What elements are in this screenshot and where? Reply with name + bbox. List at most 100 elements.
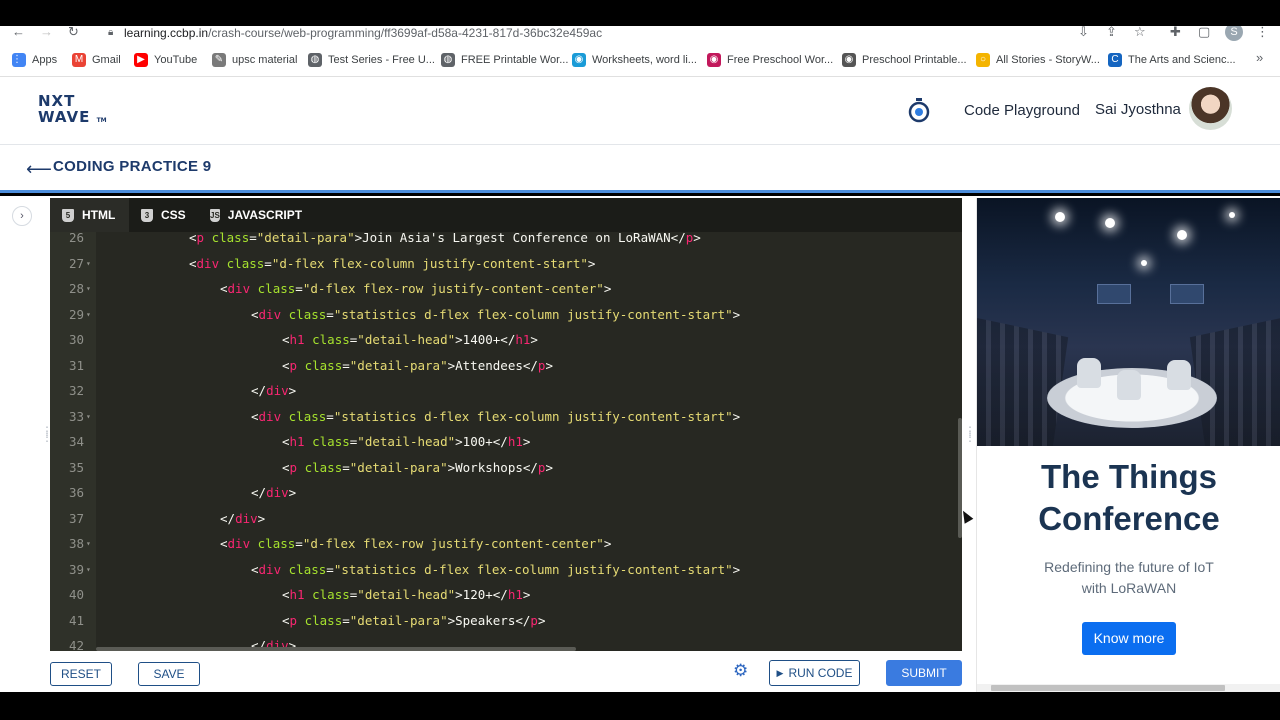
code-line[interactable]: 32 </div> [50, 383, 962, 409]
code-line[interactable]: 33 ▾ <div class="statistics d-flex flex-co… [50, 409, 962, 435]
scroll-thumb[interactable] [991, 685, 1225, 691]
nxtwave-logo[interactable]: NXT WAVE TM [38, 93, 113, 129]
fold-arrow-icon[interactable]: ▾ [86, 256, 91, 272]
more-bookmarks-icon[interactable]: » [1256, 50, 1263, 65]
bookmark-item[interactable]: M Gmail [72, 53, 121, 67]
side-panel-icon[interactable]: ▢ [1198, 26, 1210, 40]
bookmark-item[interactable]: C The Arts and Scienc... [1108, 53, 1236, 67]
reload-icon[interactable]: ↻ [68, 26, 79, 40]
bookmark-label: YouTube [154, 54, 198, 66]
editor-vertical-scrollbar[interactable] [958, 418, 962, 538]
code-token: = [342, 459, 350, 475]
fold-arrow-icon[interactable]: ▾ [86, 281, 91, 297]
bookmark-label: Gmail [92, 54, 121, 66]
bookmark-item[interactable]: ◍ FREE Printable Wor... [441, 53, 568, 67]
code-token: >Attendees</ [447, 357, 538, 373]
code-token: >1400+</ [455, 332, 516, 347]
code-token: = [342, 357, 350, 373]
code-text: <h1 class="detail-head">120+</h1> [282, 587, 530, 603]
code-token: div [258, 408, 282, 424]
code-token: h1 [507, 434, 523, 449]
fold-arrow-icon[interactable]: ▾ [86, 307, 91, 323]
code-line[interactable]: 41 <p class="detail-para">Speakers</p> [50, 613, 962, 639]
code-token: < [282, 357, 290, 373]
code-line[interactable]: 38 ▾ <div class="d-flex flex-row justify-c… [50, 536, 962, 562]
back-arrow-icon[interactable]: ⟵ [26, 159, 52, 180]
code-token: = [326, 408, 334, 424]
bookmark-item[interactable]: ✎ upsc material [212, 53, 297, 67]
line-number: 37 [68, 510, 84, 526]
save-button[interactable]: SAVE [138, 662, 200, 686]
code-text: <div class="d-flex flex-row justify-cont… [220, 281, 611, 297]
editor-horizontal-scrollbar[interactable] [96, 647, 576, 651]
code-token: class [304, 459, 343, 475]
code-line[interactable]: 35 <p class="detail-para">Workshops</p> [50, 460, 962, 486]
settings-gear-icon[interactable]: ⚙ [733, 662, 751, 680]
tab-label: HTML [82, 208, 116, 222]
code-line[interactable]: 28 ▾ <div class="d-flex flex-row justify-c… [50, 281, 962, 307]
code-line[interactable]: 37 </div> [50, 511, 962, 537]
back-arrow-icon[interactable]: ← [12, 26, 25, 39]
code-line[interactable]: 34 <h1 class="detail-head">100+</h1> [50, 434, 962, 460]
code-line[interactable]: 31 <p class="detail-para">Attendees</p> [50, 358, 962, 384]
user-name[interactable]: Sai Jyosthna [1095, 101, 1181, 118]
code-line[interactable]: 36 </div> [50, 485, 962, 511]
line-number: 40 [68, 587, 84, 602]
code-text: <div class="statistics d-flex flex-colum… [251, 307, 740, 323]
code-text: </div> [251, 383, 296, 399]
code-text: </div> [251, 485, 296, 501]
profile-avatar[interactable]: S [1225, 26, 1243, 41]
stopwatch-icon[interactable] [907, 97, 931, 123]
bookmark-item[interactable]: ◉ Free Preschool Wor... [707, 53, 833, 67]
tab-css[interactable]: 3 CSS [129, 198, 198, 232]
code-token: > [537, 612, 546, 628]
code-token: < [282, 587, 290, 602]
bookmark-item[interactable]: ◍ Test Series - Free U... [308, 53, 435, 67]
code-line[interactable]: 26 <p class="detail-para">Join Asia's Lar… [50, 230, 962, 256]
know-more-button[interactable]: Know more [1082, 622, 1176, 655]
bookmark-item[interactable]: ▶ YouTube [134, 53, 197, 67]
fold-arrow-icon[interactable]: ▾ [86, 536, 91, 552]
bookmark-item[interactable]: ◉ Preschool Printable... [842, 53, 967, 67]
line-number: 42 [68, 638, 84, 651]
code-line[interactable]: 40 <h1 class="detail-head">120+</h1> [50, 587, 962, 613]
fold-arrow-icon[interactable]: ▾ [86, 562, 91, 578]
code-area[interactable]: 26 <p class="detail-para">Join Asia's Lar… [50, 230, 962, 651]
run-code-button[interactable]: ▶ RUN CODE [769, 660, 860, 686]
editor-tabs: 5 HTML 3 CSS JS JAVASCRIPT [50, 198, 962, 232]
fold-arrow-icon[interactable]: ▾ [86, 409, 91, 425]
expand-panel-button[interactable]: › [12, 206, 32, 226]
share-icon[interactable]: ⇪ [1106, 26, 1117, 40]
code-line[interactable]: 27 ▾ <div class="d-flex flex-column justif… [50, 256, 962, 282]
bookmark-star-icon[interactable]: ☆ [1134, 26, 1146, 40]
code-token: > [288, 485, 297, 500]
line-number: 28 [68, 281, 84, 296]
url-host: learning.ccbp.in [124, 26, 209, 40]
resize-handle-right[interactable]: ⋮ ⋮ [964, 425, 976, 443]
user-avatar[interactable] [1189, 87, 1232, 130]
code-token: >100+</ [455, 434, 508, 449]
forward-arrow-icon[interactable]: → [40, 26, 53, 39]
bookmark-item[interactable]: ○ All Stories - StoryW... [976, 53, 1100, 67]
preview-horizontal-scrollbar[interactable] [977, 684, 1280, 692]
reset-button[interactable]: RESET [50, 662, 112, 686]
code-token: = [249, 230, 257, 245]
code-line[interactable]: 30 <h1 class="detail-head">1400+</h1> [50, 332, 962, 358]
code-playground-link[interactable]: Code Playground [964, 102, 1080, 119]
extensions-puzzle-icon[interactable]: ✚ [1170, 26, 1181, 40]
ring-icon: ○ [976, 53, 990, 67]
install-app-icon[interactable]: ⇩ [1078, 26, 1089, 40]
preview-subtitle-line-1: Redefining the future of IoT [1044, 559, 1214, 575]
code-line[interactable]: 39 ▾ <div class="statistics d-flex flex-co… [50, 562, 962, 588]
tab-javascript[interactable]: JS JAVASCRIPT [198, 198, 308, 232]
browser-menu-icon[interactable]: ⋮ [1256, 26, 1269, 40]
code-editor[interactable]: 5 HTML 3 CSS JS JAVASCRIPT 26 <p class="detail… [50, 198, 962, 651]
code-line[interactable]: 29 ▾ <div class="statistics d-flex flex-co… [50, 307, 962, 333]
code-token: class [288, 306, 327, 322]
bookmark-item[interactable]: ⋮⋮ Apps [12, 53, 57, 67]
tab-html[interactable]: 5 HTML [50, 198, 129, 232]
submit-button[interactable]: SUBMIT [886, 660, 962, 686]
url-field[interactable]: learning.ccbp.in/crash-course/web-progra… [124, 26, 602, 40]
bookmark-item[interactable]: ◉ Worksheets, word li... [572, 53, 697, 67]
